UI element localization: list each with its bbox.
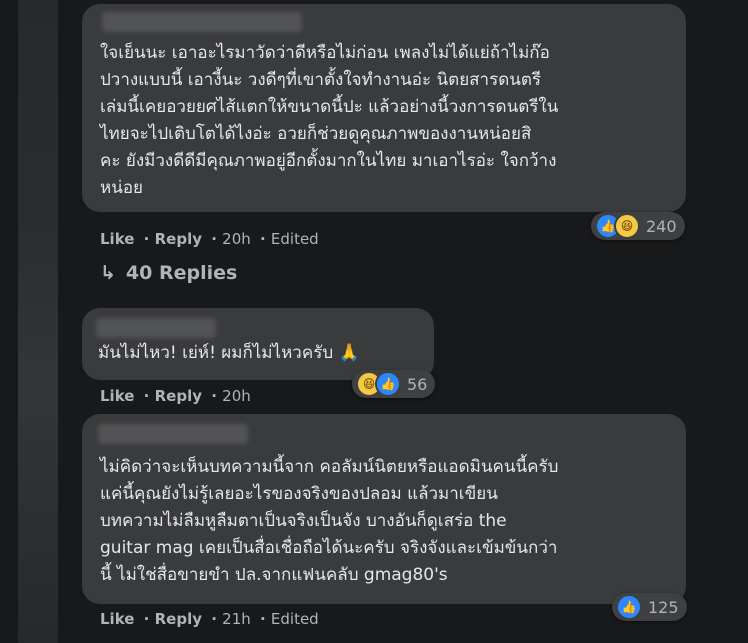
timestamp[interactable]: 20h (222, 387, 251, 405)
comment-actions: Like · Reply · 21h · Edited (100, 610, 319, 628)
replies-count-label: 40 Replies (125, 262, 238, 284)
haha-icon: 😆 (614, 213, 640, 239)
comment-bubble: ใจเย็นนะ เอาอะไรมาวัดว่าดีหรือไม่ก่อน เพ… (82, 4, 686, 212)
reaction-count: 240 (646, 216, 677, 236)
like-icon: 👍 (616, 594, 642, 620)
thread-connector-line (18, 0, 58, 643)
reaction-summary[interactable]: 👍 125 (612, 593, 687, 621)
reaction-count: 56 (407, 374, 428, 394)
like-link[interactable]: Like (100, 610, 134, 628)
timestamp[interactable]: 20h (222, 230, 251, 248)
commenter-name-redacted[interactable] (98, 424, 248, 444)
reply-arrow-icon: ↳ (100, 262, 116, 284)
like-link[interactable]: Like (100, 230, 134, 248)
reaction-summary[interactable]: 👍 😆 240 (591, 212, 685, 240)
comment-text: ใจเย็นนะ เอาอะไรมาวัดว่าดีหรือไม่ก่อน เพ… (100, 43, 559, 198)
edited-label: Edited (270, 230, 319, 248)
commenter-name-redacted[interactable] (96, 318, 216, 338)
like-icon: 👍 (375, 371, 401, 397)
edited-label: Edited (270, 610, 319, 628)
comment-text: มันไม่ไหว! เย่ห์! ผมก็ไม่ไหวครับ 🙏 (98, 343, 360, 363)
commenter-name-redacted[interactable] (102, 12, 302, 32)
timestamp[interactable]: 21h (222, 610, 251, 628)
reaction-summary[interactable]: 😆 👍 56 (352, 370, 436, 398)
reply-link[interactable]: Reply (155, 230, 202, 248)
comment-actions: Like · Reply · 20h · Edited (100, 230, 319, 248)
comment-actions: Like · Reply · 20h (100, 387, 251, 405)
comment-text: ไม่คิดว่าจะเห็นบทความนี้จาก คอลัมน์นิตยห… (100, 457, 559, 585)
like-link[interactable]: Like (100, 387, 134, 405)
view-replies-link[interactable]: ↳ 40 Replies (100, 262, 237, 284)
reply-link[interactable]: Reply (155, 387, 202, 405)
reply-link[interactable]: Reply (155, 610, 202, 628)
reaction-count: 125 (648, 597, 679, 617)
comment-bubble: ไม่คิดว่าจะเห็นบทความนี้จาก คอลัมน์นิตยห… (82, 414, 686, 604)
